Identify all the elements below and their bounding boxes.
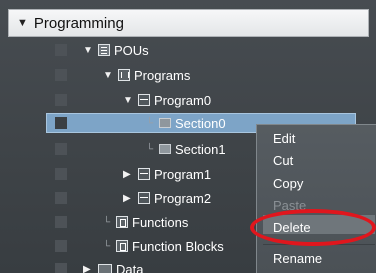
tree-row-programs[interactable]: ▼ Programs — [0, 65, 376, 85]
tree-row-pous[interactable]: ▼ POUs — [0, 40, 376, 60]
tree-connector: └ — [146, 117, 154, 129]
expand-arrow-icon[interactable]: ▼ — [123, 95, 135, 106]
program-icon — [138, 168, 150, 180]
programming-pane: ▼ Programming ▼ POUs ▼ Programs ▼ Progra… — [0, 0, 376, 273]
expand-arrow-icon[interactable]: ▶ — [123, 193, 135, 204]
tree-label-program1: Program1 — [154, 166, 212, 182]
data-icon — [98, 264, 112, 273]
delete-callout-ring — [250, 209, 376, 246]
collapse-arrow-icon[interactable]: ▼ — [17, 17, 28, 29]
tree-connector: └ — [103, 240, 111, 252]
functions-icon — [116, 216, 128, 228]
tree-connector: └ — [103, 216, 111, 228]
row-marker — [55, 44, 67, 56]
tree-label-program2: Program2 — [154, 190, 212, 206]
row-marker — [55, 240, 67, 252]
programming-header[interactable]: ▼ Programming — [8, 9, 369, 37]
expand-arrow-icon[interactable]: ▼ — [103, 70, 115, 81]
row-marker — [55, 94, 67, 106]
section-icon — [159, 144, 171, 154]
tree-label-program0: Program0 — [154, 92, 212, 108]
row-marker — [55, 168, 67, 180]
tree-label-programs: Programs — [134, 67, 191, 83]
expand-arrow-icon[interactable]: ▶ — [83, 264, 95, 273]
row-marker — [55, 263, 67, 273]
tree-label-section1: Section1 — [175, 141, 226, 157]
menu-item-rename[interactable]: Rename — [273, 251, 322, 266]
tree-label-functions: Functions — [132, 214, 189, 230]
row-marker — [55, 216, 67, 228]
expand-arrow-icon[interactable]: ▼ — [83, 45, 95, 56]
tree-connector: └ — [146, 143, 154, 155]
context-menu: Edit Cut Copy Paste Delete Rename — [256, 124, 376, 273]
expand-arrow-icon[interactable]: ▶ — [123, 169, 135, 180]
program-icon — [138, 192, 150, 204]
function-blocks-icon — [116, 240, 128, 252]
menu-item-edit[interactable]: Edit — [273, 131, 295, 146]
tree-label-pous: POUs — [114, 42, 149, 58]
panel-title: Programming — [33, 14, 124, 32]
section-icon — [159, 118, 171, 128]
programs-folder-icon — [118, 69, 130, 81]
row-marker — [55, 117, 67, 129]
tree-label-data: Data — [116, 261, 144, 273]
tree-label-section0: Section0 — [175, 115, 226, 131]
row-marker — [55, 143, 67, 155]
pous-folder-icon — [98, 44, 110, 56]
menu-item-cut[interactable]: Cut — [273, 153, 293, 168]
menu-item-copy[interactable]: Copy — [273, 176, 303, 191]
row-marker — [55, 192, 67, 204]
tree-label-function-blocks: Function Blocks — [132, 238, 224, 254]
row-marker — [55, 69, 67, 81]
program-icon — [138, 94, 150, 106]
tree-row-program0[interactable]: ▼ Program0 — [0, 90, 376, 110]
